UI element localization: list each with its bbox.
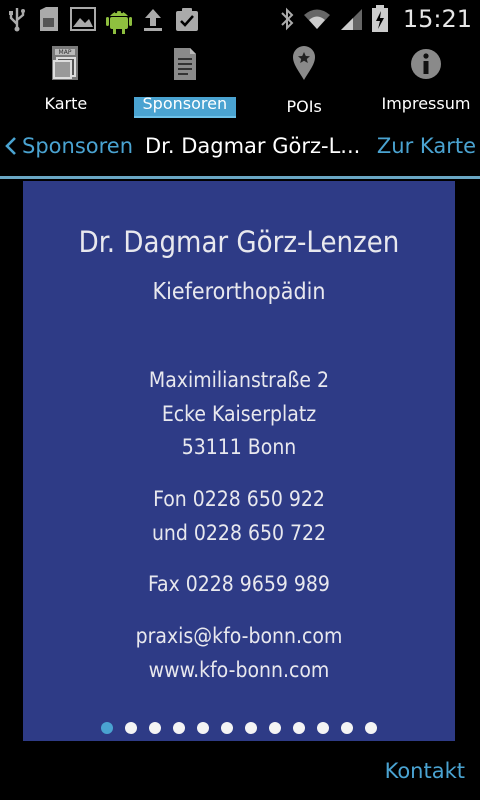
page-title: Dr. Dagmar Görz-L... [145, 134, 361, 158]
bluetooth-icon [281, 7, 294, 31]
tab-pois[interactable]: POIs [258, 38, 350, 118]
website-url: www.kfo-bonn.com [148, 658, 330, 682]
fax-number: Fax 0228 9659 989 [148, 572, 330, 596]
document-icon [165, 44, 205, 84]
page-dot[interactable] [125, 722, 137, 734]
page-dot[interactable] [341, 722, 353, 734]
tab-bar: MAP Karte Sponsoren POIs Impressum [0, 38, 480, 118]
page-dot[interactable] [245, 722, 257, 734]
email-address: praxis@kfo-bonn.com [135, 624, 343, 648]
page-dot[interactable] [293, 722, 305, 734]
info-icon [406, 44, 446, 84]
notification-icons [6, 4, 200, 34]
page-dot[interactable] [365, 722, 377, 734]
tab-impressum-label: Impressum [381, 94, 471, 113]
sponsor-name: Dr. Dagmar Görz-Lenzen [78, 225, 400, 259]
page-dot[interactable] [149, 722, 161, 734]
page-dot[interactable] [101, 722, 113, 734]
address-city: 53111 Bonn [181, 435, 297, 459]
tab-sponsoren[interactable]: Sponsoren [134, 38, 236, 118]
sponsor-specialty: Kieferorthopädin [152, 279, 326, 305]
map-pin-icon [284, 44, 324, 84]
system-icons: 15:21 [279, 4, 472, 34]
page-indicator [101, 722, 377, 734]
battery-charging-icon [371, 5, 388, 32]
clipboard-check-icon [176, 8, 198, 31]
tab-impressum[interactable]: Impressum [378, 38, 474, 118]
upload-icon [144, 9, 162, 31]
navigation-bar: Sponsoren Dr. Dagmar Görz-L... Zur Karte [0, 118, 480, 178]
android-icon [106, 10, 132, 34]
page-dot[interactable] [269, 722, 281, 734]
status-clock: 15:21 [402, 5, 472, 33]
address-street: Maximilianstraße 2 [148, 368, 330, 392]
page-dot[interactable] [221, 722, 233, 734]
sponsor-card[interactable]: Dr. Dagmar Görz-Lenzen Kieferorthopädin … [23, 181, 455, 741]
page-dot[interactable] [173, 722, 185, 734]
address-corner: Ecke Kaiserplatz [161, 402, 317, 426]
wifi-icon [303, 9, 330, 29]
phone-secondary: und 0228 650 722 [151, 521, 327, 545]
page-dot[interactable] [197, 722, 209, 734]
tab-karte-label: Karte [44, 94, 88, 113]
back-button-label: Sponsoren [22, 134, 134, 158]
kontakt-button[interactable]: Kontakt [385, 759, 465, 783]
chevron-left-icon [5, 137, 16, 155]
image-icon [70, 7, 96, 31]
zur-karte-button[interactable]: Zur Karte [377, 134, 476, 158]
sd-card-icon [40, 7, 58, 31]
tab-sponsoren-label: Sponsoren [142, 94, 228, 113]
map-icon: MAP [46, 44, 86, 84]
svg-text:MAP: MAP [59, 49, 72, 56]
page-dot[interactable] [317, 722, 329, 734]
phone-primary: Fon 0228 650 922 [153, 487, 325, 511]
usb-icon [9, 8, 25, 32]
tab-pois-label: POIs [286, 97, 322, 116]
back-button[interactable]: Sponsoren [4, 134, 133, 158]
status-bar: 15:21 [0, 0, 480, 38]
tab-karte[interactable]: MAP Karte [20, 38, 112, 118]
signal-icon [340, 9, 362, 30]
